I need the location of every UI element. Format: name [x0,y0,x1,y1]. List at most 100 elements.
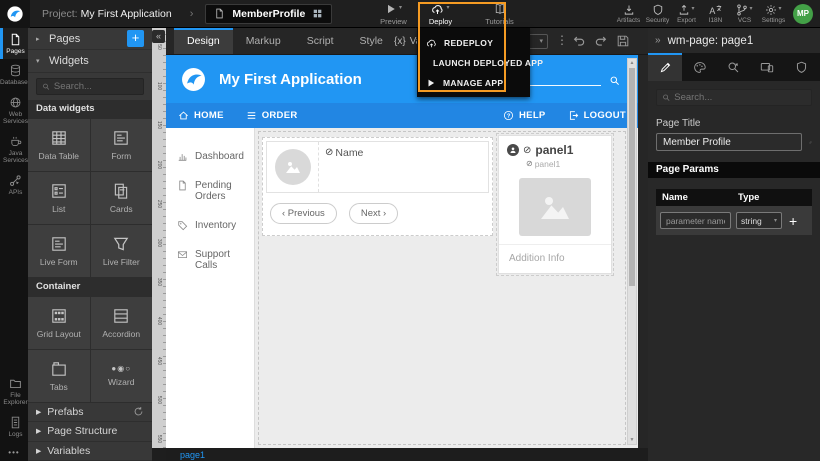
rail-item-java-services[interactable]: Java Services [0,130,28,169]
open-page-tab[interactable]: MemberProfile [205,4,332,24]
panel-widget[interactable]: ⊘ panel1 ⊘ panel1 Addition Info [498,135,612,274]
page-title-input[interactable] [656,133,802,151]
widget-live-filter[interactable]: Live Filter [91,225,153,277]
list-widget[interactable]: ⊘ Name ‹ Previous Next › [262,137,493,236]
right-panel-tabs [648,53,820,81]
collapse-right-panel-button[interactable]: » [655,35,661,46]
panel-image-placeholder[interactable] [519,178,591,236]
tab-styles[interactable] [682,53,716,81]
save-button[interactable] [616,34,630,48]
widget-list[interactable]: List [28,172,90,224]
redo-button[interactable] [594,34,608,48]
more-options-button[interactable]: ⋮ [556,33,568,47]
widgets-accordion[interactable]: ▾ Widgets [28,50,152,72]
menu-item-launch-deployed-app[interactable]: LAUNCH DEPLOYED APP [417,53,530,73]
page-structure-accordion[interactable]: ▸ Page Structure [28,422,152,441]
collapse-left-panel-button[interactable]: « [152,30,165,43]
widget-wizard[interactable]: ●◉○ Wizard [91,350,153,402]
download-icon [623,4,635,16]
link-icon[interactable] [809,136,812,149]
widget-search-input[interactable] [54,81,138,92]
scroll-down-arrow[interactable]: ▼ [628,437,636,443]
properties-search-input[interactable] [674,92,806,103]
tab-properties[interactable] [648,53,682,81]
menu-item-redeploy[interactable]: REDEPLOY [417,33,530,53]
artifacts-button[interactable]: Artifacts [614,0,643,28]
rail-item-logs[interactable]: Logs [0,411,28,442]
widget-tabs[interactable]: Tabs [28,350,90,402]
refresh-icon[interactable] [133,406,144,417]
widget-live-form[interactable]: Live Form [28,225,90,277]
studio-logo[interactable] [0,0,30,28]
scroll-up-arrow[interactable]: ▲ [628,60,636,66]
add-page-button[interactable]: + [127,30,144,47]
canvas-area: Design Markup Script Style {x} Variables… [166,28,648,461]
widget-grid-layout[interactable]: Grid Layout [28,297,90,349]
app-search[interactable] [517,73,620,86]
rail-item-databases[interactable]: Databases [0,59,28,90]
sidenav-support-calls[interactable]: Support Calls [166,240,254,280]
canvas-bottom-bar: page1 [166,448,648,461]
chevron-right-icon: ▸ [36,35,43,43]
nav-logout[interactable]: LOGOUT [568,110,626,121]
panel-header[interactable]: ⊘ panel1 [499,136,611,158]
widget-label: Accordion [102,329,140,339]
tab-devices[interactable] [750,53,784,81]
rail-overflow-button[interactable]: ••• [0,442,28,461]
tutorials-button[interactable]: Tutorials [476,0,523,28]
nav-order[interactable]: ORDER [246,110,298,121]
add-param-button[interactable]: + [789,213,797,229]
widget-cards[interactable]: Cards [91,172,153,224]
variables-accordion[interactable]: ▸ Variables [28,442,152,461]
i18n-button[interactable]: I18N [701,0,730,28]
menu-item-manage-app[interactable]: MANAGE APP [417,73,530,93]
canvas-toolbar: Design Markup Script Style {x} Variables… [166,28,648,55]
tab-markup[interactable]: Markup [233,28,294,54]
pages-accordion[interactable]: ▸ Pages + [28,28,152,50]
chevron-down-icon: ▾ [36,57,43,65]
sidenav-inventory[interactable]: Inventory [166,211,254,240]
sidenav-pending-orders[interactable]: Pending Orders [166,171,254,211]
widget-form[interactable]: Form [91,119,153,171]
security-button[interactable]: Security [643,0,672,28]
rail-item-pages[interactable]: Pages [0,28,28,59]
tab-security[interactable] [784,53,818,81]
page-tab-page1[interactable]: page1 [180,450,205,460]
nav-order-label: ORDER [262,110,298,121]
rail-item-web-services[interactable]: Web Services [0,91,28,130]
export-button[interactable]: ▾ Export [672,0,701,28]
settings-button[interactable]: ▾ Settings [759,0,788,28]
person-icon[interactable] [507,144,519,156]
param-name-input[interactable] [660,212,731,229]
grid-icon[interactable] [312,8,323,19]
previous-button[interactable]: ‹ Previous [270,203,337,224]
rail-item-apis[interactable]: APIs [0,169,28,200]
tab-script[interactable]: Script [294,28,347,54]
rail-item-file-explorer[interactable]: File Explorer [0,372,28,411]
chevron-down-icon: ▾ [399,3,402,13]
vcs-button[interactable]: ▾ VCS [730,0,759,28]
prefabs-accordion[interactable]: ▸ Prefabs [28,403,152,422]
project-breadcrumb[interactable]: Project: My First Application [42,8,172,20]
preview-button[interactable]: ▾ Preview [370,0,417,28]
tab-design[interactable]: Design [174,28,233,54]
nav-home[interactable]: HOME [178,110,224,121]
tab-style[interactable]: Style [347,28,396,54]
list-item[interactable]: ⊘ Name [266,141,489,193]
open-page-name: MemberProfile [232,8,305,20]
sidenav-dashboard[interactable]: Dashboard [166,142,254,171]
widget-accordion[interactable]: Accordion [91,297,153,349]
next-button[interactable]: Next › [349,203,398,224]
deploy-button[interactable]: ▾ Deploy [417,0,464,28]
widget-data-table[interactable]: Data Table [28,119,90,171]
canvas-scrollbar[interactable]: ▲ ▼ [627,58,637,445]
undo-button[interactable] [572,34,586,48]
param-type-select[interactable]: string ▾ [736,212,782,229]
tab-inspect[interactable] [716,53,750,81]
nav-help[interactable]: HELP [503,110,546,121]
widget-label: Form [111,151,131,161]
scrollbar-thumb[interactable] [629,68,635,286]
list-item-name[interactable]: ⊘ Name [319,142,369,192]
user-avatar[interactable]: MP [793,4,813,24]
cards-icon [112,182,130,200]
